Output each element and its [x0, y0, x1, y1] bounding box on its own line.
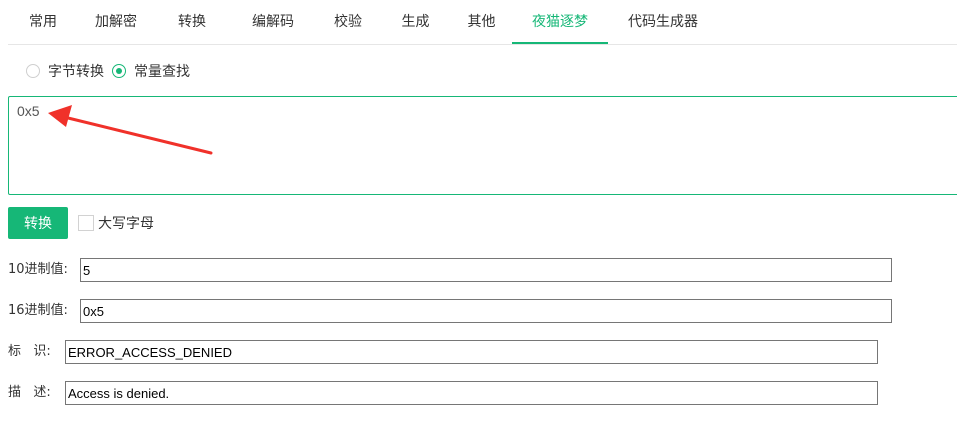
- tab-yemao-zhumeng[interactable]: 夜猫逐梦: [512, 0, 608, 44]
- hex-value-field[interactable]: [80, 299, 892, 323]
- description-field[interactable]: [65, 381, 878, 405]
- identifier-label: 标 识:: [8, 344, 51, 359]
- decimal-label: 10进制值:: [8, 262, 68, 277]
- input-textarea[interactable]: 0x5: [8, 96, 957, 195]
- radio-constant-lookup-label: 常量查找: [134, 64, 190, 80]
- description-label: 描 述:: [8, 385, 51, 400]
- identifier-field[interactable]: [65, 340, 878, 364]
- uppercase-option[interactable]: 大写字母: [78, 213, 154, 233]
- radio-constant-lookup-circle[interactable]: [112, 64, 126, 78]
- radio-byte-convert-label: 字节转换: [48, 64, 104, 80]
- convert-button[interactable]: 转换: [8, 207, 68, 239]
- tab-common[interactable]: 常用: [8, 0, 78, 44]
- tab-code-generator[interactable]: 代码生成器: [608, 0, 718, 44]
- radio-constant-lookup[interactable]: 常量查找: [112, 61, 190, 81]
- radio-byte-convert[interactable]: 字节转换: [26, 61, 104, 81]
- uppercase-checkbox[interactable]: [78, 215, 94, 231]
- decimal-value-field[interactable]: [80, 258, 892, 282]
- tab-encrypt-decrypt[interactable]: 加解密: [78, 0, 154, 44]
- hex-label: 16进制值:: [8, 303, 68, 318]
- tab-bar: 常用 加解密 转换 编解码 校验 生成 其他 夜猫逐梦 代码生成器: [8, 0, 957, 45]
- tab-encode-decode[interactable]: 编解码: [230, 0, 316, 44]
- radio-byte-convert-circle[interactable]: [26, 64, 40, 78]
- tab-generate[interactable]: 生成: [380, 0, 451, 44]
- mode-radio-group: 字节转换 常量查找: [26, 60, 198, 82]
- uppercase-label: 大写字母: [98, 216, 154, 232]
- tab-other[interactable]: 其他: [451, 0, 512, 44]
- tab-checksum[interactable]: 校验: [316, 0, 380, 44]
- tab-convert[interactable]: 转换: [154, 0, 230, 44]
